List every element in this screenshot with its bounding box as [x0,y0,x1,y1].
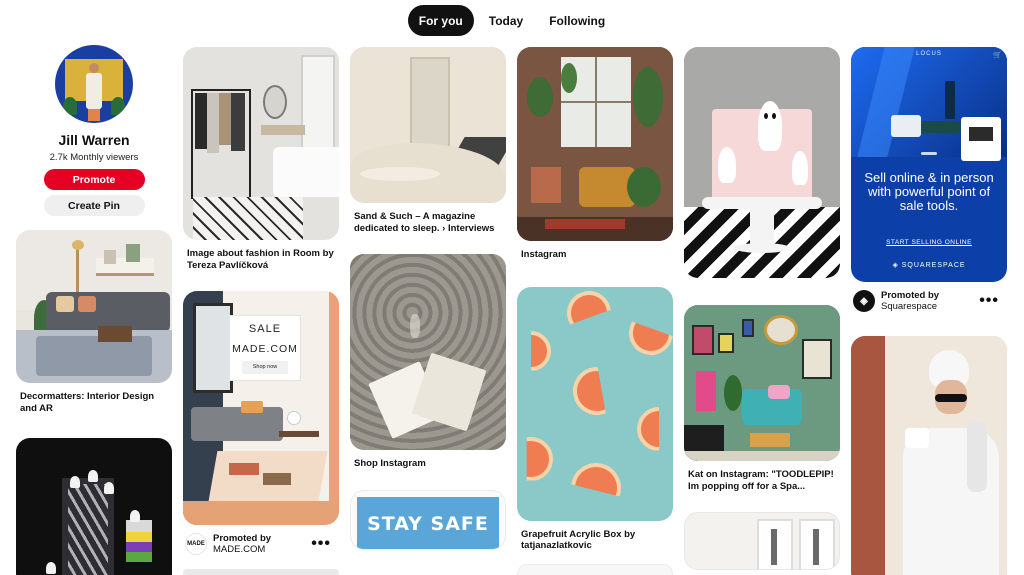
made-logo-icon: MADE [185,533,207,555]
column-6: LOCUS 🛒 Sell online & in person with pow… [851,47,1007,575]
tab-following[interactable]: Following [538,5,616,36]
squarespace-logo-icon: ◈ [892,262,902,269]
pin-caption[interactable]: Kat on Instagram: "TOODLEPIP! Im popping… [684,469,840,492]
column-4: Instagram Grapefruit Acrylic Box by tatj… [517,47,673,575]
more-options-icon[interactable]: ••• [979,293,1005,309]
made-ad-shop-now[interactable]: Shop now [242,361,288,374]
pin-partial-image[interactable] [183,569,339,575]
pin-caption[interactable]: Image about fashion in Room by Tereza Pa… [183,248,339,271]
promote-button[interactable]: Promote [43,169,145,190]
pin-caption[interactable]: Instagram [517,249,673,261]
column-5: Kat on Instagram: "TOODLEPIP! Im popping… [684,47,840,570]
profile-name[interactable]: Jill Warren [16,132,172,148]
made-ad-brand: MADE.COM [232,343,298,355]
promoted-by-squarespace[interactable]: ◈ Promoted by Squarespace ••• [851,290,1007,312]
pin-grapefruit-image[interactable] [517,286,673,521]
pin-sand-image[interactable] [350,47,506,203]
avatar[interactable] [55,45,133,123]
pin-robe-woman-image[interactable] [851,336,1007,575]
column-3: Sand & Such – A magazine dedicated to sl… [350,47,506,550]
promoted-by-label: Promoted by [881,290,940,301]
pin-caption[interactable]: Decormatters: Interior Design and AR [16,391,172,414]
cart-icon: 🛒 [993,52,1002,59]
promoted-by-advertiser[interactable]: Squarespace [881,301,973,312]
tab-today[interactable]: Today [478,5,534,36]
pin-ghost-cake-image[interactable] [684,47,840,278]
sq-ad-brand-top: LOCUS [916,51,942,57]
pin-caption[interactable]: Grapefruit Acrylic Box by tatjanazlatkov… [517,529,673,552]
create-pin-button[interactable]: Create Pin [43,195,145,216]
sq-ad-logo: ◈ SQUARESPACE [892,262,966,269]
promoted-by-label: Promoted by [213,533,272,544]
promoted-by-made[interactable]: MADE Promoted by MADE.COM ••• [183,533,339,555]
pin-partial-image[interactable] [517,563,673,575]
pin-decormatters-image[interactable] [16,230,172,383]
pin-fashion-room-image[interactable] [183,47,339,240]
pin-made-ad-image[interactable]: SALE MADE.COM Shop now [183,291,339,525]
sq-ad-headline: Sell online & in person with powerful po… [864,170,994,213]
promoted-by-advertiser[interactable]: MADE.COM [213,544,305,555]
made-ad-sale: SALE [248,323,282,335]
pin-stay-safe-image[interactable]: STAY SAFE [350,489,506,550]
pin-instagram-room-image[interactable] [517,47,673,241]
column-1: Decormatters: Interior Design and AR [16,230,172,575]
profile-card: Jill Warren 2.7k Monthly viewers Promote… [16,45,172,216]
pin-squarespace-ad-image[interactable]: LOCUS 🛒 Sell online & in person with pow… [851,47,1007,282]
sq-ad-cta[interactable]: START SELLING ONLINE [851,239,1007,246]
stay-safe-text: STAY SAFE [367,512,489,535]
feed-tabs: For you Today Following [0,5,1024,36]
pin-cake-dark-image[interactable] [16,438,172,575]
tab-for-you[interactable]: For you [407,5,474,36]
pin-shop-instagram-image[interactable] [350,254,506,450]
column-2: Image about fashion in Room by Tereza Pa… [183,47,339,575]
squarespace-logo-icon: ◈ [853,290,875,312]
more-options-icon[interactable]: ••• [311,536,337,552]
pin-caption[interactable]: Sand & Such – A magazine dedicated to sl… [350,211,506,234]
pin-kat-room-image[interactable] [684,305,840,461]
pin-botanical-prints-image[interactable] [684,512,840,570]
profile-viewers: 2.7k Monthly viewers [49,152,139,163]
pin-caption[interactable]: Shop Instagram [350,458,506,470]
